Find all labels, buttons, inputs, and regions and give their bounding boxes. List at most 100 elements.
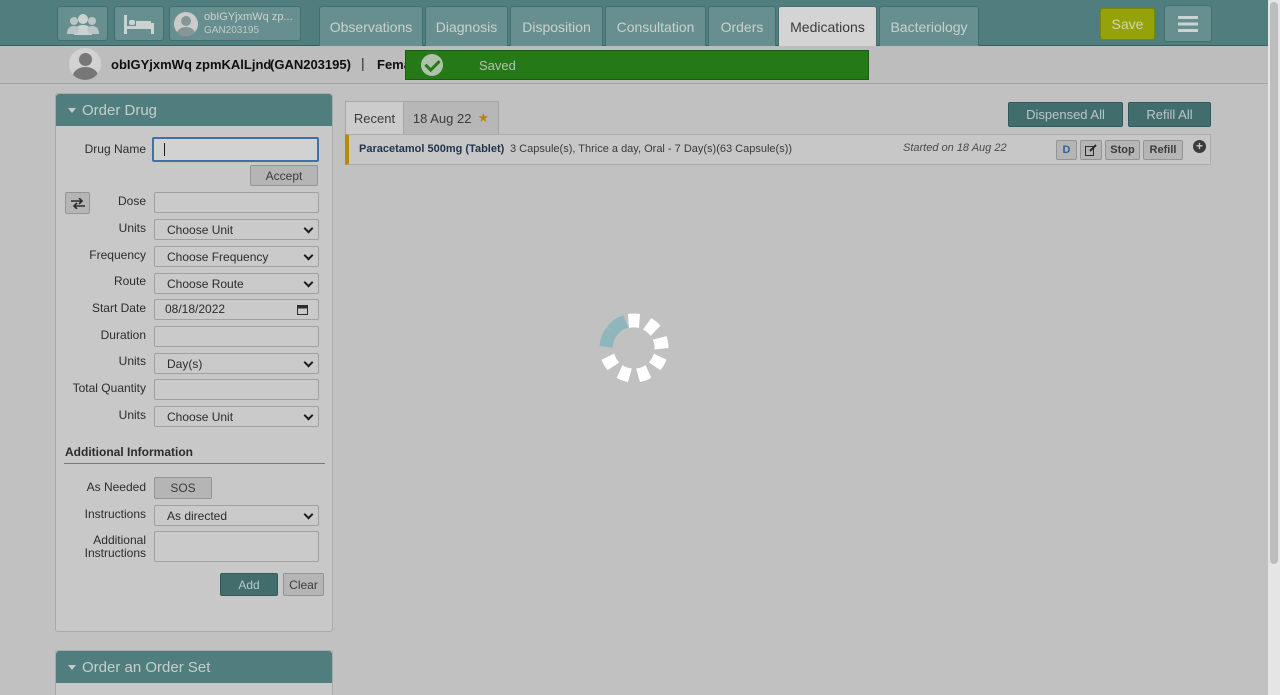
tab-orders[interactable]: Orders	[708, 6, 776, 46]
total-quantity-label: Total Quantity	[72, 381, 146, 395]
check-circle-icon	[421, 54, 443, 76]
save-button[interactable]: Save	[1100, 8, 1155, 40]
refill-button[interactable]: Refill	[1143, 140, 1183, 160]
dose-input[interactable]	[154, 192, 319, 213]
duration-units-label: Units	[118, 354, 146, 368]
refill-all-button[interactable]: Refill All	[1128, 102, 1211, 127]
users-icon	[66, 13, 99, 35]
star-icon: ★	[477, 110, 490, 125]
tab-recent[interactable]: Recent	[345, 101, 404, 134]
collapse-icon	[68, 664, 76, 670]
tab-date[interactable]: 18 Aug 22 ★	[403, 101, 499, 134]
menu-button[interactable]	[1164, 5, 1212, 42]
hamburger-icon	[1178, 15, 1198, 32]
edit-icon	[1085, 144, 1097, 156]
clear-button[interactable]: Clear	[283, 573, 324, 596]
drug-name-input[interactable]	[152, 137, 319, 162]
calendar-icon[interactable]	[297, 304, 308, 315]
chevron-down-icon	[303, 277, 314, 288]
toast-message: Saved	[479, 57, 516, 73]
units-label: Units	[118, 221, 146, 235]
chip-patient-name: obIGYjxmWq zp...	[204, 10, 293, 23]
route-select[interactable]: Choose Route	[154, 273, 319, 294]
dispense-button[interactable]: D	[1056, 140, 1077, 160]
patient-name: obIGYjxmWq zpmKAlLjnd	[111, 57, 272, 72]
dispensed-all-button[interactable]: Dispensed All	[1008, 102, 1123, 127]
route-select-value: Choose Route	[167, 277, 244, 291]
edit-button[interactable]	[1080, 140, 1102, 160]
chevron-down-icon	[303, 357, 314, 368]
separator: |	[361, 55, 365, 71]
order-set-panel: Order an Order Set	[55, 650, 333, 695]
quantity-units-label: Units	[118, 408, 146, 422]
patient-id: (GAN203195)	[270, 57, 351, 72]
collapse-icon	[68, 107, 76, 113]
instructions-select[interactable]: As directed	[154, 505, 319, 526]
start-date-input[interactable]: 08/18/2022	[154, 299, 319, 320]
additional-instructions-label: Additional Instructions	[76, 534, 146, 560]
patient-chip[interactable]: obIGYjxmWq zp... GAN203195	[169, 6, 301, 41]
medication-row: Paracetamol 500mg (Tablet) 3 Capsule(s),…	[345, 134, 1211, 165]
additional-information-title: Additional Information	[65, 445, 193, 459]
loading-spinner-icon	[599, 313, 669, 383]
medication-name[interactable]: Paracetamol 500mg (Tablet)	[359, 143, 504, 155]
start-date-value: 08/18/2022	[165, 302, 226, 316]
tab-consultation[interactable]: Consultation	[605, 6, 706, 46]
scroll-thumb[interactable]	[1270, 2, 1278, 564]
accept-button[interactable]: Accept	[250, 165, 318, 186]
vertical-scrollbar[interactable]	[1268, 0, 1280, 695]
route-label: Route	[113, 274, 146, 288]
total-quantity-input[interactable]	[154, 379, 319, 400]
stop-button[interactable]: Stop	[1105, 140, 1140, 160]
bed-icon	[124, 14, 154, 34]
bed-management-button[interactable]	[114, 6, 164, 41]
patient-avatar	[69, 48, 101, 80]
medication-detail: 3 Capsule(s), Thrice a day, Oral - 7 Day…	[510, 143, 793, 155]
top-navigation-bar: obIGYjxmWq zp... GAN203195 Observations …	[0, 0, 1268, 46]
units-select-value: Choose Unit	[167, 223, 234, 237]
tab-diagnosis[interactable]: Diagnosis	[425, 6, 508, 46]
order-drug-header[interactable]: Order Drug	[56, 94, 332, 126]
text-cursor	[164, 143, 165, 156]
sos-button[interactable]: SOS	[154, 477, 212, 499]
tab-observations[interactable]: Observations	[319, 6, 423, 46]
tab-date-label: 18 Aug 22	[412, 110, 472, 126]
frequency-select-value: Choose Frequency	[167, 250, 269, 264]
tab-bacteriology[interactable]: Bacteriology	[879, 6, 979, 46]
frequency-label: Frequency	[89, 248, 146, 262]
drug-name-label: Drug Name	[84, 142, 146, 156]
divider	[64, 463, 325, 464]
saved-toast: Saved	[405, 50, 869, 80]
duration-input[interactable]	[154, 326, 319, 347]
add-button[interactable]: Add	[220, 573, 278, 596]
chevron-down-icon	[303, 509, 314, 520]
additional-instructions-textarea[interactable]	[154, 531, 319, 562]
chevron-down-icon	[303, 410, 314, 421]
instructions-value: As directed	[167, 509, 228, 523]
duration-units-select[interactable]: Day(s)	[154, 353, 319, 374]
order-drug-title: Order Drug	[82, 101, 158, 119]
quantity-units-select[interactable]: Choose Unit	[154, 406, 319, 427]
as-needed-label: As Needed	[86, 480, 146, 494]
duration-units-value: Day(s)	[167, 357, 203, 371]
order-set-header[interactable]: Order an Order Set	[56, 651, 332, 683]
chevron-down-icon	[303, 223, 314, 234]
order-drug-panel: Order Drug Drug Name Accept Dose Units C…	[55, 93, 333, 632]
duration-label: Duration	[100, 328, 146, 342]
tab-medications[interactable]: Medications	[778, 6, 877, 46]
chevron-down-icon	[303, 250, 314, 261]
patients-button[interactable]	[57, 6, 108, 41]
additional-instructions-label-line2: Instructions	[84, 546, 146, 560]
order-set-title: Order an Order Set	[82, 658, 211, 676]
frequency-select[interactable]: Choose Frequency	[154, 246, 319, 267]
avatar	[174, 11, 198, 36]
dose-label: Dose	[117, 194, 146, 208]
quantity-units-value: Choose Unit	[167, 410, 234, 424]
chip-patient-id: GAN203195	[204, 24, 260, 36]
start-date-label: Start Date	[91, 301, 146, 315]
tab-disposition[interactable]: Disposition	[510, 6, 603, 46]
units-select[interactable]: Choose Unit	[154, 219, 319, 240]
plus-circle-icon[interactable]: +	[1193, 140, 1206, 153]
medication-started: Started on 18 Aug 22	[903, 142, 1007, 154]
instructions-label: Instructions	[84, 507, 146, 521]
